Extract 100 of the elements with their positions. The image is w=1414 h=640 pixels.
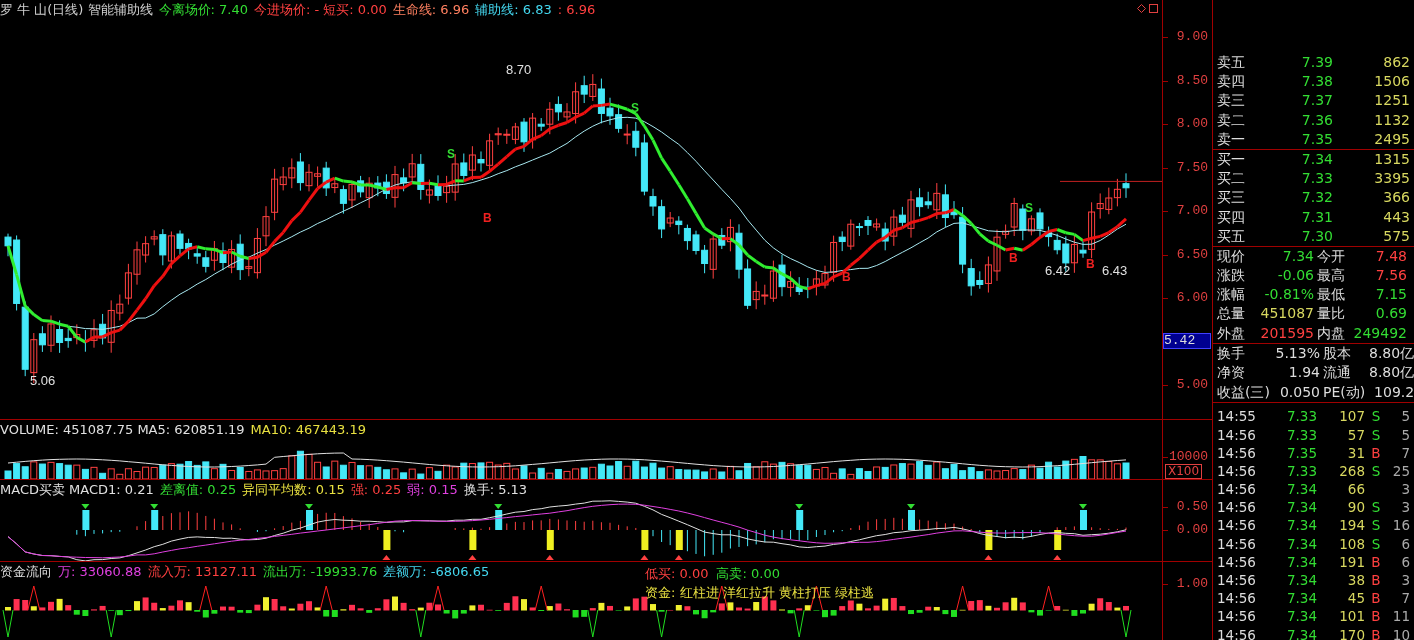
- axis-label: 0.50: [1176, 500, 1208, 514]
- trade-side: B: [1370, 607, 1382, 626]
- indicator-value: 今离场价: 7.40: [158, 2, 248, 17]
- order-label: 买四: [1216, 207, 1246, 227]
- order-price: 7.37: [1300, 91, 1333, 111]
- trade-volume: 170: [1338, 625, 1365, 640]
- trade-time: 14:56: [1217, 498, 1257, 517]
- trade-side: S: [1370, 461, 1382, 481]
- trade-count: 11: [1391, 607, 1410, 626]
- axis-label: 8.00: [1176, 117, 1208, 131]
- trade-count: 5: [1400, 407, 1410, 426]
- trade-count: 7: [1400, 443, 1410, 462]
- trade-count: 5: [1400, 425, 1410, 444]
- trade-time: 14:56: [1217, 461, 1257, 481]
- stat-label: 收益(三): [1217, 382, 1271, 402]
- quote-label: 外盘: [1217, 323, 1246, 343]
- order-volume: 366: [1382, 188, 1411, 208]
- axis-label: 7.00: [1176, 204, 1208, 218]
- trade-price: 7.34: [1285, 607, 1317, 626]
- trade-count: 3: [1400, 571, 1410, 590]
- trade-count: 7: [1400, 589, 1410, 608]
- order-label: 买一: [1216, 149, 1246, 169]
- trade-count: 25: [1391, 461, 1410, 481]
- indicator-value: 流出万: -19933.76: [263, 564, 378, 579]
- trade-side: B: [1370, 589, 1382, 608]
- order-price: 7.36: [1300, 110, 1333, 130]
- quote-value: 7.15: [1374, 285, 1408, 305]
- axis-label: 8.50: [1176, 73, 1208, 88]
- trade-volume: 194: [1338, 516, 1365, 535]
- stat-label: 流通: [1323, 363, 1352, 383]
- stat-value: 5.13%: [1275, 343, 1321, 363]
- quote-label: 最低: [1317, 285, 1346, 305]
- indicator-value: 差离值: 0.25: [159, 482, 237, 497]
- trade-time: 14:56: [1217, 425, 1257, 444]
- order-label: 买五: [1216, 226, 1246, 246]
- order-price: 7.32: [1300, 188, 1333, 208]
- order-price: 7.33: [1300, 169, 1333, 189]
- trade-price: 7.34: [1285, 480, 1317, 499]
- trade-volume: 108: [1338, 534, 1365, 553]
- quote-label: 内盘: [1317, 323, 1346, 343]
- trade-price: 7.34: [1285, 534, 1317, 553]
- trade-side: B: [1370, 571, 1382, 590]
- quote-label: 总量: [1217, 304, 1246, 324]
- stat-label: PE(动): [1323, 382, 1367, 402]
- cursor-readout: 5.42: [1163, 333, 1211, 349]
- quote-value: -0.06: [1276, 266, 1315, 286]
- axis-label: 5.00: [1176, 378, 1208, 392]
- trade-time: 14:56: [1217, 443, 1257, 462]
- indicator-value: MA10: 467443.19: [250, 422, 367, 437]
- stat-label: 股本: [1323, 343, 1352, 363]
- indicator-value: 差额万: -6806.65: [383, 564, 490, 579]
- stat-value: 1.94: [1287, 363, 1321, 383]
- trade-volume: 31: [1346, 443, 1365, 462]
- trade-time: 14:56: [1217, 571, 1257, 590]
- trade-volume: 57: [1346, 425, 1365, 444]
- legend-text: 资金: 红柱进 洋红拉升 黄柱打压 绿柱逃: [645, 584, 874, 602]
- trade-time: 14:56: [1217, 589, 1257, 608]
- quote-value: -0.81%: [1263, 285, 1315, 305]
- trade-side: S: [1370, 498, 1382, 517]
- indicator-value: 异同平均数: 0.15: [242, 482, 345, 497]
- indicator-value: VOLUME: 451087.75 MA5: 620851.19: [0, 422, 245, 437]
- axis-label: 10000: [1169, 450, 1208, 464]
- sell-marker: S: [631, 101, 639, 115]
- trade-side: S: [1370, 534, 1382, 553]
- price-label: 8.70: [506, 62, 532, 77]
- indicator-value: 今进场价: - 短买: 0.00: [254, 2, 387, 17]
- trade-side: S: [1370, 407, 1382, 426]
- axis-label: 7.50: [1176, 160, 1208, 175]
- quote-value: 7.56: [1374, 266, 1408, 286]
- trade-price: 7.33: [1285, 425, 1317, 444]
- order-volume: 1251: [1373, 91, 1411, 111]
- trade-volume: 66: [1346, 480, 1365, 499]
- quote-value: 7.48: [1374, 246, 1408, 266]
- stat-value: 0.050: [1278, 382, 1321, 402]
- sell-marker: S: [447, 147, 455, 161]
- indicator-value: 换手: 5.13: [463, 482, 528, 497]
- trade-side: B: [1370, 625, 1382, 640]
- axis-label: 9.00: [1176, 30, 1208, 44]
- quote-value: 451087: [1259, 304, 1315, 324]
- trade-price: 7.34: [1285, 625, 1317, 640]
- order-label: 卖五: [1216, 53, 1246, 72]
- trade-volume: 268: [1338, 461, 1365, 481]
- stat-value: 8.80亿: [1369, 363, 1414, 383]
- quote-label: 现价: [1217, 246, 1246, 266]
- trade-volume: 45: [1346, 589, 1365, 608]
- trade-volume: 38: [1346, 571, 1365, 590]
- quote-label: 涨跌: [1217, 266, 1246, 286]
- price-label: 5.06: [30, 373, 56, 388]
- trade-count: 6: [1400, 534, 1410, 553]
- sell-marker: S: [1025, 201, 1033, 215]
- order-label: 买二: [1216, 169, 1246, 189]
- trade-price: 7.34: [1285, 498, 1317, 517]
- axis-label: 0.00: [1176, 523, 1208, 537]
- signal-value: 高卖: 0.00: [716, 566, 780, 581]
- trade-time: 14:56: [1217, 480, 1257, 499]
- stat-value: 109.2: [1373, 382, 1414, 402]
- order-price: 7.38: [1300, 72, 1333, 92]
- trade-price: 7.34: [1285, 516, 1317, 535]
- quote-label: 涨幅: [1217, 285, 1246, 305]
- trade-price: 7.33: [1285, 461, 1317, 481]
